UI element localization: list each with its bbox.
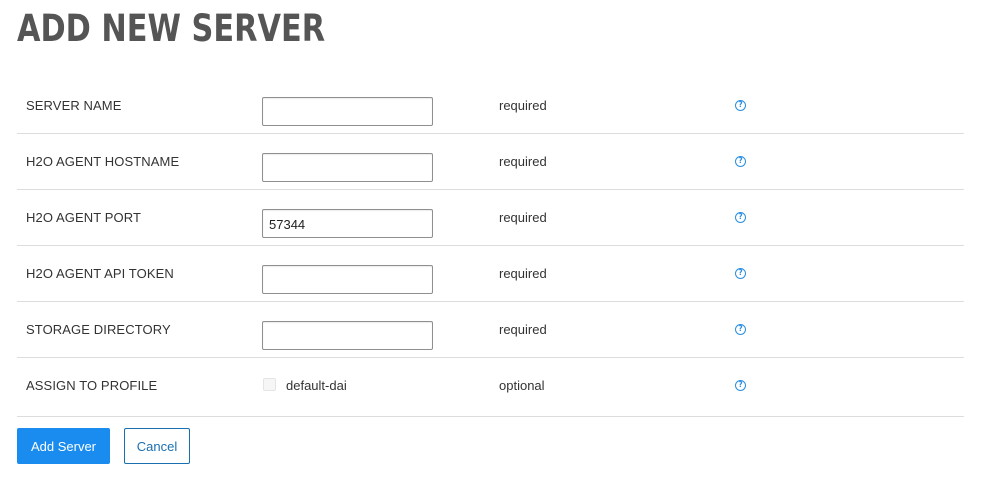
question-circle-icon[interactable]: ? (735, 100, 746, 111)
api-token-input[interactable] (262, 265, 433, 294)
storage-directory-input[interactable] (262, 321, 433, 350)
form-row-storage-directory: STORAGE DIRECTORY required ? (17, 302, 964, 358)
cancel-button[interactable]: Cancel (124, 428, 190, 464)
form-row-agent-port: H2O AGENT PORT required ? (17, 190, 964, 246)
profile-checkbox-label[interactable]: default-dai (286, 378, 347, 393)
question-circle-icon[interactable]: ? (735, 212, 746, 223)
server-name-input[interactable] (262, 97, 433, 126)
agent-hostname-input[interactable] (262, 153, 433, 182)
storage-directory-status: required (499, 322, 547, 337)
question-circle-icon[interactable]: ? (735, 324, 746, 335)
api-token-label: H2O AGENT API TOKEN (26, 266, 174, 281)
api-token-status: required (499, 266, 547, 281)
agent-hostname-label: H2O AGENT HOSTNAME (26, 154, 180, 169)
question-circle-icon[interactable]: ? (735, 156, 746, 167)
question-circle-icon[interactable]: ? (735, 268, 746, 279)
server-form: SERVER NAME required ? H2O AGENT HOSTNAM… (17, 78, 964, 417)
assign-profile-status: optional (499, 378, 545, 393)
profile-checkbox[interactable] (263, 378, 276, 391)
agent-port-status: required (499, 210, 547, 225)
form-row-assign-profile: ASSIGN TO PROFILE default-dai optional ? (17, 358, 964, 417)
storage-directory-label: STORAGE DIRECTORY (26, 322, 171, 337)
server-name-status: required (499, 98, 547, 113)
form-row-api-token: H2O AGENT API TOKEN required ? (17, 246, 964, 302)
agent-port-input[interactable] (262, 209, 433, 238)
add-server-button[interactable]: Add Server (17, 428, 110, 464)
assign-profile-label: ASSIGN TO PROFILE (26, 378, 158, 393)
question-circle-icon[interactable]: ? (735, 380, 746, 391)
agent-hostname-status: required (499, 154, 547, 169)
page-title: ADD NEW SERVER (17, 7, 326, 50)
form-row-server-name: SERVER NAME required ? (17, 78, 964, 134)
server-name-label: SERVER NAME (26, 98, 122, 113)
agent-port-label: H2O AGENT PORT (26, 210, 142, 225)
form-row-agent-hostname: H2O AGENT HOSTNAME required ? (17, 134, 964, 190)
